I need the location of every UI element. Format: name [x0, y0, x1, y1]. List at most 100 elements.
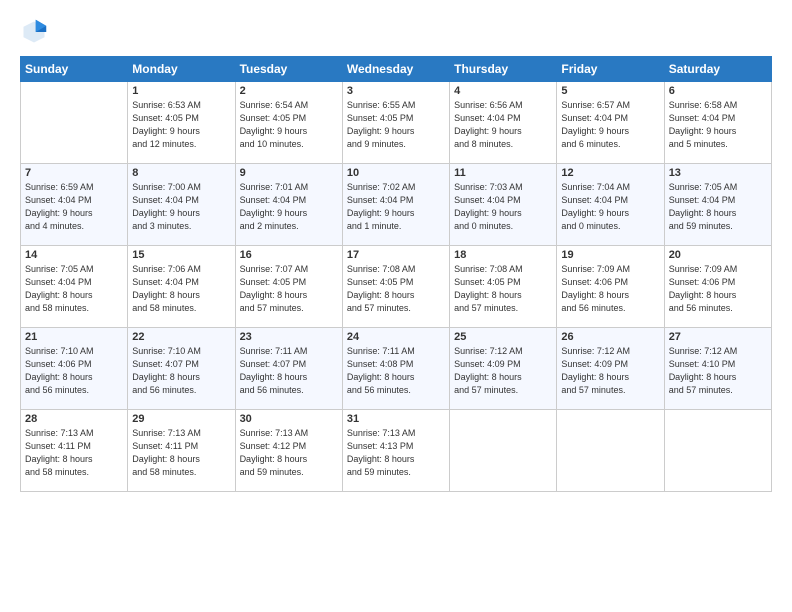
- day-info: Sunrise: 7:03 AMSunset: 4:04 PMDaylight:…: [454, 181, 552, 233]
- day-number: 14: [25, 249, 123, 261]
- day-info: Sunrise: 6:54 AMSunset: 4:05 PMDaylight:…: [240, 99, 338, 151]
- calendar-cell: 8 Sunrise: 7:00 AMSunset: 4:04 PMDaylight…: [128, 164, 235, 246]
- day-info: Sunrise: 7:08 AMSunset: 4:05 PMDaylight:…: [454, 263, 552, 315]
- calendar-cell: 26 Sunrise: 7:12 AMSunset: 4:09 PMDayligh…: [557, 328, 664, 410]
- day-info: Sunrise: 6:53 AMSunset: 4:05 PMDaylight:…: [132, 99, 230, 151]
- day-info: Sunrise: 7:13 AMSunset: 4:12 PMDaylight:…: [240, 427, 338, 479]
- day-number: 20: [669, 249, 767, 261]
- calendar-cell: 20 Sunrise: 7:09 AMSunset: 4:06 PMDayligh…: [664, 246, 771, 328]
- weekday-header-monday: Monday: [128, 57, 235, 82]
- calendar-cell: 2 Sunrise: 6:54 AMSunset: 4:05 PMDaylight…: [235, 82, 342, 164]
- day-number: 19: [561, 249, 659, 261]
- day-number: 10: [347, 167, 445, 179]
- weekday-header-friday: Friday: [557, 57, 664, 82]
- day-number: 27: [669, 331, 767, 343]
- day-number: 8: [132, 167, 230, 179]
- day-number: 15: [132, 249, 230, 261]
- weekday-header-row: SundayMondayTuesdayWednesdayThursdayFrid…: [21, 57, 772, 82]
- calendar-cell: 7Sunrise: 6:59 AMSunset: 4:04 PMDaylight…: [21, 164, 128, 246]
- day-number: 6: [669, 85, 767, 97]
- calendar-cell: 3 Sunrise: 6:55 AMSunset: 4:05 PMDaylight…: [342, 82, 449, 164]
- day-number: 5: [561, 85, 659, 97]
- day-info: Sunrise: 7:13 AMSunset: 4:11 PMDaylight:…: [25, 427, 123, 479]
- calendar-week-row: 7Sunrise: 6:59 AMSunset: 4:04 PMDaylight…: [21, 164, 772, 246]
- calendar-cell: 13 Sunrise: 7:05 AMSunset: 4:04 PMDayligh…: [664, 164, 771, 246]
- calendar-cell: 17Sunrise: 7:08 AMSunset: 4:05 PMDayligh…: [342, 246, 449, 328]
- day-info: Sunrise: 6:57 AMSunset: 4:04 PMDaylight:…: [561, 99, 659, 151]
- day-number: 3: [347, 85, 445, 97]
- calendar-cell: 23 Sunrise: 7:11 AMSunset: 4:07 PMDayligh…: [235, 328, 342, 410]
- calendar-cell: 19 Sunrise: 7:09 AMSunset: 4:06 PMDayligh…: [557, 246, 664, 328]
- day-info: Sunrise: 7:05 AMSunset: 4:04 PMDaylight:…: [25, 263, 123, 315]
- day-info: Sunrise: 7:10 AMSunset: 4:06 PMDaylight:…: [25, 345, 123, 397]
- day-number: 29: [132, 413, 230, 425]
- page: SundayMondayTuesdayWednesdayThursdayFrid…: [0, 0, 792, 612]
- calendar-table: SundayMondayTuesdayWednesdayThursdayFrid…: [20, 56, 772, 492]
- calendar-cell: 29 Sunrise: 7:13 AMSunset: 4:11 PMDayligh…: [128, 410, 235, 492]
- day-number: 30: [240, 413, 338, 425]
- day-info: Sunrise: 7:11 AMSunset: 4:07 PMDaylight:…: [240, 345, 338, 397]
- day-number: 23: [240, 331, 338, 343]
- weekday-header-saturday: Saturday: [664, 57, 771, 82]
- day-number: 31: [347, 413, 445, 425]
- calendar-cell: [21, 82, 128, 164]
- calendar-cell: 9Sunrise: 7:01 AMSunset: 4:04 PMDaylight…: [235, 164, 342, 246]
- calendar-cell: 4 Sunrise: 6:56 AMSunset: 4:04 PMDaylight…: [450, 82, 557, 164]
- calendar-cell: 15 Sunrise: 7:06 AMSunset: 4:04 PMDayligh…: [128, 246, 235, 328]
- day-number: 2: [240, 85, 338, 97]
- calendar-cell: 10 Sunrise: 7:02 AMSunset: 4:04 PMDayligh…: [342, 164, 449, 246]
- calendar-cell: 24Sunrise: 7:11 AMSunset: 4:08 PMDayligh…: [342, 328, 449, 410]
- day-info: Sunrise: 7:09 AMSunset: 4:06 PMDaylight:…: [561, 263, 659, 315]
- day-info: Sunrise: 7:13 AMSunset: 4:11 PMDaylight:…: [132, 427, 230, 479]
- day-number: 9: [240, 167, 338, 179]
- day-info: Sunrise: 7:09 AMSunset: 4:06 PMDaylight:…: [669, 263, 767, 315]
- day-info: Sunrise: 7:11 AMSunset: 4:08 PMDaylight:…: [347, 345, 445, 397]
- header: [20, 18, 772, 46]
- calendar-cell: 25 Sunrise: 7:12 AMSunset: 4:09 PMDayligh…: [450, 328, 557, 410]
- day-info: Sunrise: 7:08 AMSunset: 4:05 PMDaylight:…: [347, 263, 445, 315]
- day-number: 4: [454, 85, 552, 97]
- weekday-header-sunday: Sunday: [21, 57, 128, 82]
- day-info: Sunrise: 7:04 AMSunset: 4:04 PMDaylight:…: [561, 181, 659, 233]
- day-info: Sunrise: 6:55 AMSunset: 4:05 PMDaylight:…: [347, 99, 445, 151]
- calendar-cell: 12Sunrise: 7:04 AMSunset: 4:04 PMDayligh…: [557, 164, 664, 246]
- day-number: 25: [454, 331, 552, 343]
- day-info: Sunrise: 7:06 AMSunset: 4:04 PMDaylight:…: [132, 263, 230, 315]
- day-info: Sunrise: 7:05 AMSunset: 4:04 PMDaylight:…: [669, 181, 767, 233]
- day-info: Sunrise: 6:58 AMSunset: 4:04 PMDaylight:…: [669, 99, 767, 151]
- day-number: 22: [132, 331, 230, 343]
- weekday-header-thursday: Thursday: [450, 57, 557, 82]
- day-info: Sunrise: 7:12 AMSunset: 4:09 PMDaylight:…: [454, 345, 552, 397]
- calendar-cell: 22 Sunrise: 7:10 AMSunset: 4:07 PMDayligh…: [128, 328, 235, 410]
- day-info: Sunrise: 7:10 AMSunset: 4:07 PMDaylight:…: [132, 345, 230, 397]
- calendar-week-row: 14 Sunrise: 7:05 AMSunset: 4:04 PMDayligh…: [21, 246, 772, 328]
- day-info: Sunrise: 6:56 AMSunset: 4:04 PMDaylight:…: [454, 99, 552, 151]
- weekday-header-wednesday: Wednesday: [342, 57, 449, 82]
- day-info: Sunrise: 7:07 AMSunset: 4:05 PMDaylight:…: [240, 263, 338, 315]
- day-number: 11: [454, 167, 552, 179]
- calendar-cell: 1 Sunrise: 6:53 AMSunset: 4:05 PMDaylight…: [128, 82, 235, 164]
- calendar-week-row: 21 Sunrise: 7:10 AMSunset: 4:06 PMDayligh…: [21, 328, 772, 410]
- day-number: 13: [669, 167, 767, 179]
- calendar-cell: 5 Sunrise: 6:57 AMSunset: 4:04 PMDaylight…: [557, 82, 664, 164]
- day-number: 21: [25, 331, 123, 343]
- calendar-week-row: 1 Sunrise: 6:53 AMSunset: 4:05 PMDaylight…: [21, 82, 772, 164]
- day-info: Sunrise: 6:59 AMSunset: 4:04 PMDaylight:…: [25, 181, 123, 233]
- calendar-cell: 31Sunrise: 7:13 AMSunset: 4:13 PMDayligh…: [342, 410, 449, 492]
- weekday-header-tuesday: Tuesday: [235, 57, 342, 82]
- calendar-cell: 28Sunrise: 7:13 AMSunset: 4:11 PMDayligh…: [21, 410, 128, 492]
- logo-icon: [20, 18, 48, 46]
- calendar-cell: 21 Sunrise: 7:10 AMSunset: 4:06 PMDayligh…: [21, 328, 128, 410]
- calendar-cell: [557, 410, 664, 492]
- day-number: 1: [132, 85, 230, 97]
- day-number: 18: [454, 249, 552, 261]
- day-info: Sunrise: 7:12 AMSunset: 4:10 PMDaylight:…: [669, 345, 767, 397]
- day-info: Sunrise: 7:12 AMSunset: 4:09 PMDaylight:…: [561, 345, 659, 397]
- day-info: Sunrise: 7:02 AMSunset: 4:04 PMDaylight:…: [347, 181, 445, 233]
- calendar-cell: 30 Sunrise: 7:13 AMSunset: 4:12 PMDayligh…: [235, 410, 342, 492]
- calendar-week-row: 28Sunrise: 7:13 AMSunset: 4:11 PMDayligh…: [21, 410, 772, 492]
- day-number: 26: [561, 331, 659, 343]
- day-info: Sunrise: 7:00 AMSunset: 4:04 PMDaylight:…: [132, 181, 230, 233]
- logo: [20, 18, 52, 46]
- calendar-cell: 6 Sunrise: 6:58 AMSunset: 4:04 PMDaylight…: [664, 82, 771, 164]
